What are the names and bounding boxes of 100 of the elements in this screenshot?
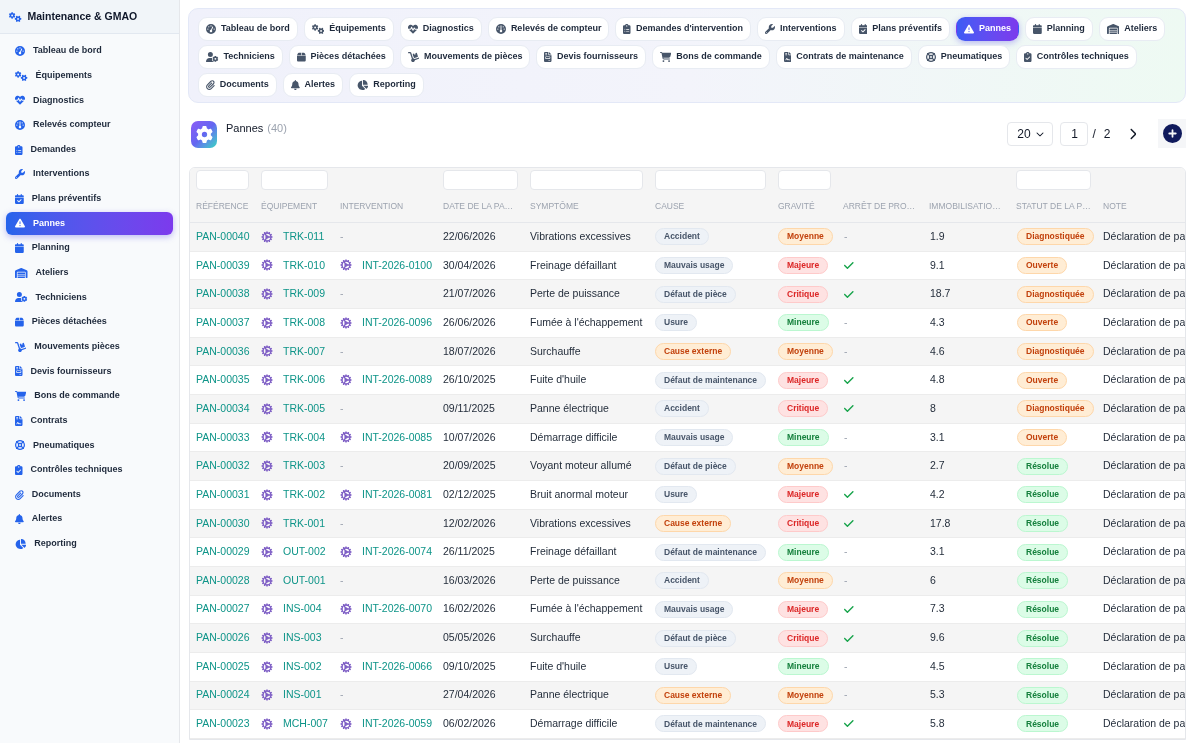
reference-link[interactable]: PAN-00030 [196,516,250,529]
cog-icon [261,603,273,616]
sidebar-item[interactable]: Pièces détachées [6,310,173,334]
filter-field[interactable] [778,170,831,190]
filter-field[interactable] [443,170,518,190]
intervention-link[interactable]: INT-2026-0085 [362,429,433,446]
reference-link[interactable]: PAN-00027 [196,602,250,615]
reference-link[interactable]: PAN-00038 [196,287,250,300]
intervention-link[interactable]: INT-2026-0066 [362,658,433,675]
nav-tab[interactable]: Mouvements de pièces [399,45,531,69]
sidebar-item[interactable]: Diagnostics [6,88,173,112]
reference-link[interactable]: PAN-00029 [196,545,250,558]
nav-tab[interactable]: Relevés de compteur [487,17,610,41]
filter-field[interactable] [655,170,766,190]
sidebar-item[interactable]: Documents [6,483,173,507]
nav-tab[interactable]: Tableau de bord [198,17,298,41]
filter-field[interactable] [1016,170,1091,190]
reference-link[interactable]: PAN-00032 [196,459,250,472]
nav-tab[interactable]: Contrats de maintenance [775,45,912,69]
nav-tab[interactable]: Reporting [349,73,424,97]
nav-tab[interactable]: Équipements [303,17,394,41]
nav-tab[interactable]: Alertes [282,73,344,97]
reference-link[interactable]: PAN-00039 [196,258,250,271]
equipment-link[interactable]: TRK-005 [283,400,325,417]
equipment-link[interactable]: TRK-011 [283,228,325,245]
nav-tab[interactable]: Pneumatiques [917,45,1011,69]
equipment-link[interactable]: INS-001 [283,687,322,704]
sidebar-item[interactable]: Ateliers [6,261,173,285]
equipment-link[interactable]: OUT-001 [283,572,326,589]
sidebar-item[interactable]: Pannes [6,212,173,235]
reference-link[interactable]: PAN-00033 [196,430,250,443]
reference-link[interactable]: PAN-00037 [196,315,250,328]
sidebar-item[interactable]: Contrats [6,409,173,433]
reference-link[interactable]: PAN-00024 [196,688,250,701]
nav-tab[interactable]: Contrôles techniques [1016,45,1137,69]
sidebar-item[interactable]: Plans préventifs [6,187,173,211]
nav-tab[interactable]: Planning [1024,17,1093,41]
intervention-link[interactable]: INT-2026-0096 [362,314,433,331]
intervention-link[interactable]: INT-2026-0070 [362,601,433,618]
equipment-link[interactable]: INS-003 [283,630,322,646]
nav-tab[interactable]: Ateliers [1098,17,1166,41]
equipment-link[interactable]: TRK-007 [283,343,325,360]
filter-field[interactable] [530,170,643,190]
equipment-link[interactable]: OUT-002 [283,544,326,560]
equipment-link[interactable]: INS-004 [283,601,322,618]
equipment-link[interactable]: TRK-006 [283,372,325,388]
sidebar-item[interactable]: Bons de commande [6,384,173,408]
nav-tab[interactable]: Pièces détachées [288,45,394,69]
sidebar-item[interactable]: Relevés compteur [6,113,173,137]
nav-tab[interactable]: Techniciens [198,45,283,69]
sidebar-item[interactable]: Équipements [6,64,173,88]
equipment-link[interactable]: TRK-004 [283,429,325,446]
sidebar-item[interactable]: Demandes [6,138,173,162]
nav-tab[interactable]: Interventions [757,17,845,41]
intervention-link[interactable]: INT-2026-0089 [362,372,433,388]
nav-tab[interactable]: Plans préventifs [850,17,950,41]
intervention-link[interactable]: INT-2026-0074 [362,544,433,560]
sidebar-item[interactable]: Contrôles techniques [6,458,173,482]
nav-tab[interactable]: Diagnostics [399,17,482,41]
equipment-link[interactable]: TRK-001 [283,515,325,532]
equipment-link[interactable]: TRK-008 [283,314,325,331]
equipment-link[interactable]: INS-002 [283,658,322,675]
reference-link[interactable]: PAN-00036 [196,344,250,357]
filter-field[interactable] [196,170,249,190]
sidebar-item[interactable]: Pneumatiques [6,433,173,457]
equipment-link[interactable]: TRK-003 [283,458,325,474]
reference-link[interactable]: PAN-00031 [196,487,250,500]
nav-tab[interactable]: Devis fournisseurs [536,45,646,69]
nav-tab[interactable]: Pannes [955,17,1019,41]
add-button[interactable] [1158,119,1186,148]
sidebar-item[interactable]: Techniciens [6,285,173,309]
page-size-select[interactable]: 20 [1007,121,1054,146]
reference-link[interactable]: PAN-00040 [196,229,250,242]
sidebar-item[interactable]: Planning [6,236,173,260]
reference-link[interactable]: PAN-00035 [196,373,250,386]
reference-link[interactable]: PAN-00023 [196,717,250,730]
nav-tab[interactable]: Bons de commande [652,45,770,69]
intervention-link[interactable]: INT-2026-0059 [362,716,433,732]
sidebar-item[interactable]: Mouvements pièces [6,335,173,359]
reference-link[interactable]: PAN-00034 [196,401,250,414]
reference-link[interactable]: PAN-00025 [196,659,250,672]
equipment-link[interactable]: MCH-007 [283,716,328,732]
reference-link[interactable]: PAN-00026 [196,631,250,644]
sidebar-item[interactable]: Devis fournisseurs [6,359,173,383]
equipment-link[interactable]: TRK-009 [283,286,325,302]
sidebar-item[interactable]: Alertes [6,507,173,531]
intervention-link[interactable]: INT-2026-0100 [362,257,433,274]
nav-tab[interactable]: Demandes d'intervention [615,17,752,41]
equipment-link[interactable]: TRK-010 [283,257,325,274]
page-input[interactable]: 1 [1060,121,1089,146]
sidebar-item[interactable]: Tableau de bord [6,39,173,63]
intervention-link[interactable]: INT-2026-0081 [362,486,433,503]
reference-link[interactable]: PAN-00028 [196,573,250,586]
sidebar-item[interactable]: Interventions [6,162,173,186]
nav-tab[interactable]: Documents [198,73,277,97]
equipment-link[interactable]: TRK-002 [283,486,325,503]
sidebar-item[interactable]: Reporting [6,532,173,556]
filter-field[interactable] [261,170,328,190]
severity-badge: Moyenne [778,228,833,246]
warehouse-icon [1106,24,1120,34]
